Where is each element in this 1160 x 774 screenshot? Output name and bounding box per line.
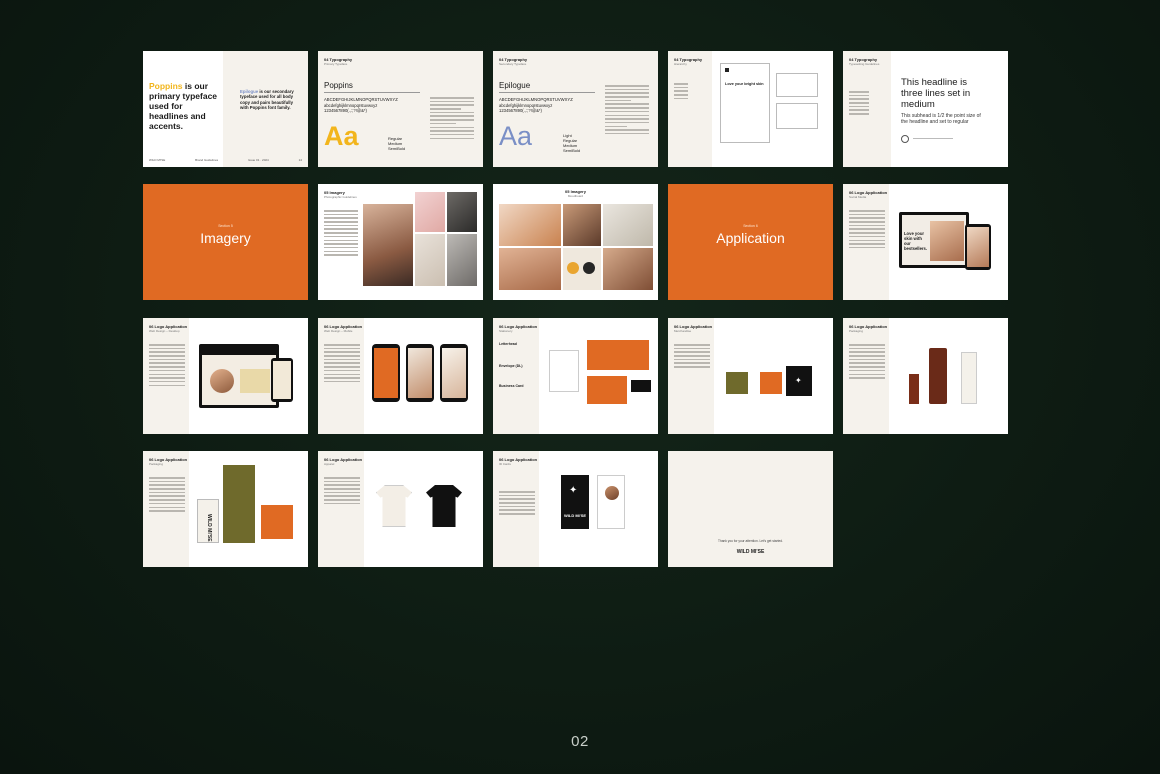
slide-imagery-moodboard[interactable]: 05 Imagery Moodboard [493, 184, 658, 300]
stationery-envelope-label: Envelope (DL) [499, 364, 523, 368]
flower-photo [415, 192, 445, 232]
slide-footer: WILD MI'SE Brand Guidelines Issue 01 · 202… [149, 158, 302, 162]
font-name: Epilogue [499, 81, 531, 90]
stationery-letterhead-label: Letterhead [499, 342, 517, 346]
slide-subheader: Web Design – Desktop [149, 329, 180, 333]
ad-headline: Love your skin with our bestsellers. [904, 231, 928, 251]
dropper-photo [447, 234, 477, 286]
slide-subheader: Typesetting Guidelines [849, 62, 880, 66]
closing-message: Thank you for your attention. Let's get … [718, 539, 783, 543]
tube [961, 352, 977, 404]
slide-typesetting[interactable]: 04 Typography Typesetting Guidelines Thi… [843, 51, 1008, 167]
slide-subheader: Photographic Guidelines [324, 195, 357, 199]
section-kicker: Section 6 [743, 224, 758, 228]
section-title: Imagery [200, 230, 251, 246]
glyph-set: ABCDEFGHIJKLMNOPQRSTUVWXYZ abcdefghijklmn… [324, 97, 398, 113]
weights-list: Regular Medium SemiBold [388, 136, 406, 151]
slide-subheader: Web Design – Mobile [324, 329, 353, 333]
slide-headline: Poppins is our primary typeface used for… [149, 81, 218, 131]
slide-typography-intro[interactable]: Poppins is our primary typeface used for… [143, 51, 308, 167]
slide-subheader: Secondary Typeface [499, 62, 527, 66]
slide-closing[interactable]: Thank you for your attention. Let's get … [668, 451, 833, 567]
olive-bag [726, 372, 748, 394]
slide-stationery[interactable]: 06 Logo Application Stationery Letterhea… [493, 318, 658, 434]
serum-bottle [909, 374, 919, 404]
slide-web-desktop[interactable]: 06 Logo Application Web Design – Desktop [143, 318, 308, 434]
section-title: Application [716, 230, 785, 246]
closing-logo: WILD MI'SE [736, 549, 765, 555]
slide-subheader: ID Cards [499, 462, 511, 466]
slide-packaging-boxes[interactable]: 06 Logo Application Packaging WILD MI'SE [143, 451, 308, 567]
black-tote: ✦ [786, 366, 812, 396]
slide-subheader: Moodboard [567, 194, 584, 198]
slide-subheader: Packaging [849, 329, 864, 333]
sample-glyphs: Aa [324, 121, 359, 151]
section-kicker: Section 5 [218, 224, 233, 228]
black-id-card: ✦ WILD MI'SE [561, 475, 589, 529]
sample-headline: This headline is three lines set in medi… [901, 77, 971, 110]
slide-packaging-bottles[interactable]: 06 Logo Application Packaging [843, 318, 1008, 434]
slide-secondary-typeface[interactable]: 04 Typography Secondary Typeface Epilogu… [493, 51, 658, 167]
slide-subheader: Merchandise [674, 329, 692, 333]
slide-web-mobile[interactable]: 06 Logo Application Web Design – Mobile [318, 318, 483, 434]
orange-bag [760, 372, 782, 394]
font-name: Poppins [324, 81, 353, 90]
bottle-photo [447, 192, 477, 232]
texture-photo [415, 234, 445, 286]
slide-imagery-guidelines[interactable]: 05 Imagery Photographic Guidelines [318, 184, 483, 300]
slide-primary-typeface[interactable]: 04 Typography Primary Typeface Poppins A… [318, 51, 483, 167]
slide-subheader: Social Media [849, 195, 867, 199]
pump-bottle [929, 348, 947, 404]
portrait-photo [363, 204, 413, 286]
glyph-set: ABCDEFGHIJKLMNOPQRSTUVWXYZ abcdefghijklmn… [499, 97, 573, 113]
slide-merchandise[interactable]: 06 Logo Application Merchandise ✦ [668, 318, 833, 434]
white-id-card [597, 475, 625, 529]
slide-section-application[interactable]: Section 6 Application [668, 184, 833, 300]
slide-subheader: Packaging [149, 462, 164, 466]
slide-social-media[interactable]: 06 Logo Application Social Media Love yo… [843, 184, 1008, 300]
secondary-description: Epilogue is our secondary typeface used … [240, 89, 294, 111]
slide-subheader: Primary Typeface [324, 62, 348, 66]
slide-subheader: Stationery [499, 329, 513, 333]
sample-subhead: This subhead is 1/2 the point size of th… [901, 113, 981, 126]
weights-list: Light Regular Medium SemiBold [563, 133, 581, 153]
stationery-card-label: Business Card [499, 384, 524, 388]
slide-section-imagery[interactable]: Section 5 Imagery [143, 184, 308, 300]
slide-hierarchy[interactable]: 04 Typography Hierarchy Love your bright… [668, 51, 833, 167]
slide-subheader: Apparel [324, 462, 335, 466]
page-number: 02 [571, 733, 589, 750]
slide-apparel[interactable]: 06 Logo Application Apparel [318, 451, 483, 567]
slide-id-cards[interactable]: 06 Logo Application ID Cards ✦ WILD MI'S… [493, 451, 658, 567]
box-logo: WILD MI'SE [206, 514, 212, 542]
slide-subheader: Hierarchy [674, 62, 687, 66]
sample-glyphs: Aa [499, 121, 533, 151]
